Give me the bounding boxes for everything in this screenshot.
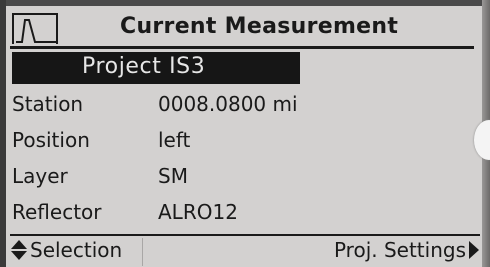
side-knob xyxy=(474,120,490,160)
selection-softkey-label: Selection xyxy=(30,238,123,262)
right-arrow-icon xyxy=(469,241,479,259)
signal-waveform-icon xyxy=(12,13,58,44)
position-value: left xyxy=(158,128,191,152)
reflector-value: ALRO12 xyxy=(158,200,238,224)
title-bar: Current Measurement xyxy=(10,12,474,49)
page-title: Current Measurement xyxy=(120,14,399,39)
station-row[interactable]: Station 0008.0800 mi xyxy=(12,92,472,122)
bezel-top xyxy=(0,0,490,6)
selection-softkey[interactable]: Selection xyxy=(10,238,122,262)
layer-label: Layer xyxy=(12,164,68,188)
project-settings-softkey-label: Proj. Settings xyxy=(333,238,466,262)
position-row[interactable]: Position left xyxy=(12,128,472,158)
reflector-row[interactable]: Reflector ALRO12 xyxy=(12,200,472,230)
project-settings-softkey[interactable]: Proj. Settings xyxy=(334,238,480,262)
reflector-label: Reflector xyxy=(12,200,102,224)
layer-value: SM xyxy=(158,164,188,188)
footer-divider xyxy=(10,234,480,236)
position-label: Position xyxy=(12,128,90,152)
station-label: Station xyxy=(12,92,84,116)
bezel-left xyxy=(0,0,6,267)
up-down-arrows-icon xyxy=(11,240,27,260)
project-name: Project IS3 xyxy=(82,54,206,79)
device-screen: Current Measurement Project IS3 Station … xyxy=(0,0,490,267)
layer-row[interactable]: Layer SM xyxy=(12,164,472,194)
softkey-bar: Selection Proj. Settings xyxy=(10,238,480,266)
station-value: 0008.0800 mi xyxy=(158,92,298,116)
project-selector[interactable]: Project IS3 xyxy=(12,52,300,84)
